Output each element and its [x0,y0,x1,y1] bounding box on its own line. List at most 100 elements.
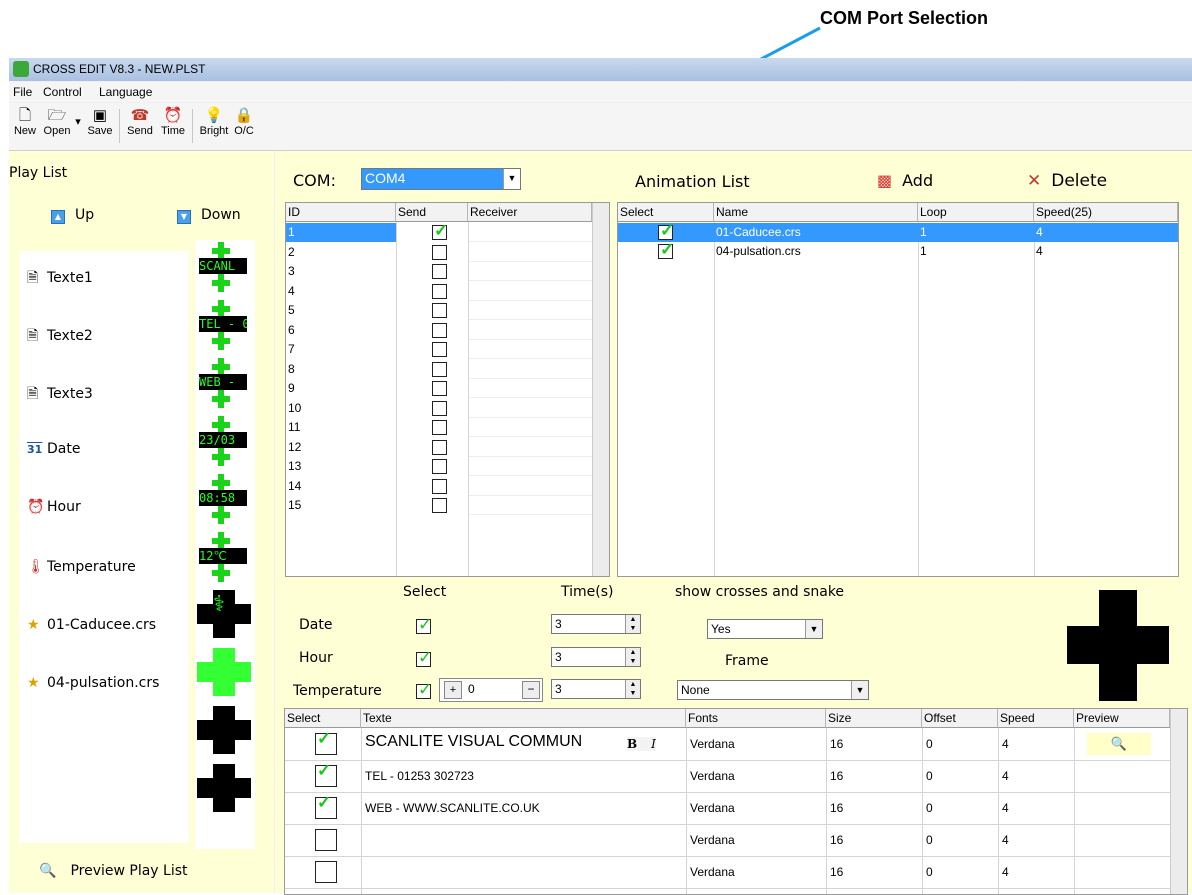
text-speed-cell[interactable]: 4 [1000,831,1009,850]
text-speed-cell[interactable]: 4 [1000,799,1009,818]
date-checkbox[interactable] [416,615,432,635]
receiver-cell[interactable] [468,223,592,242]
text-offset-cell[interactable]: 0 [924,799,933,818]
send-checkbox[interactable] [432,420,447,435]
text-select-checkbox[interactable] [315,793,337,819]
text-offset-cell[interactable]: 0 [924,735,933,754]
send-checkbox[interactable] [432,439,447,455]
text-size-cell[interactable]: 16 [828,831,843,850]
playlist-item[interactable]: ★ 01-Caducee.crs [27,617,156,633]
text-speed-cell[interactable]: 4 [1000,735,1009,754]
receiver-cell[interactable] [468,399,592,418]
receiver-row-id[interactable]: 14 [286,477,396,496]
text-cell[interactable] [363,831,683,850]
receiver-row-id[interactable]: 5 [286,301,396,320]
send-checkbox[interactable] [432,264,447,279]
playlist-item[interactable]: 🗎 Texte2 [27,325,93,349]
text-speed-cell[interactable]: 4 [1000,863,1009,882]
text-select-checkbox[interactable] [315,861,337,883]
receiver-cell[interactable] [468,301,592,320]
add-animation-button[interactable]: ▩ Add [877,171,933,190]
text-size-cell[interactable]: 16 [828,863,843,882]
hour-checkbox[interactable] [416,648,432,668]
receiver-row-id[interactable]: 6 [286,321,396,340]
playlist-item[interactable]: 🗎 Texte3 [27,383,93,407]
text-size-cell[interactable]: 16 [828,735,843,754]
open-button[interactable]: 🗁 Open [41,107,73,137]
receiver-cell[interactable] [468,477,592,496]
receiver-cell[interactable] [468,321,592,340]
plus-icon[interactable]: + [444,681,462,699]
frame-select[interactable]: None ▼ [677,680,869,700]
receiver-row-id[interactable]: 15 [286,496,396,515]
send-button[interactable]: ☎ Send [125,107,155,137]
menu-language[interactable]: Language [99,85,152,99]
bright-button[interactable]: 💡 Bright [197,107,231,137]
up-button[interactable]: ▲ Up [51,207,94,224]
time-button[interactable]: ⏰ Time [159,107,187,137]
chevron-down-icon[interactable]: ▼ [851,681,868,699]
receiver-row-id[interactable]: 1 [286,223,396,242]
send-checkbox[interactable] [432,400,447,416]
receiver-row-id[interactable]: 8 [286,360,396,379]
save-button[interactable]: ▣ Save [87,107,113,137]
receiver-cell[interactable] [468,243,592,262]
text-offset-cell[interactable]: 0 [924,831,933,850]
receiver-row-id[interactable]: 2 [286,243,396,262]
receiver-cell[interactable] [468,438,592,457]
preview-text-button[interactable]: 🔍 [1087,733,1151,755]
minus-icon[interactable]: − [522,681,540,699]
bold-button[interactable]: B [627,737,637,751]
receiver-cell[interactable] [468,282,592,301]
hour-time-stepper[interactable]: 3 ▲ ▼ [551,647,641,667]
menu-control[interactable]: Control [43,85,82,99]
send-checkbox[interactable] [432,283,447,299]
receiver-cell[interactable] [468,360,592,379]
send-checkbox[interactable] [432,381,447,396]
send-checkbox[interactable] [432,342,447,357]
text-select-checkbox[interactable] [315,761,337,787]
chevron-down-icon[interactable]: ▼ [805,620,822,638]
receiver-row-id[interactable]: 7 [286,340,396,359]
com-port-select[interactable]: COM4 ▼ [361,168,521,190]
text-cell[interactable]: WEB - WWW.SCANLITE.CO.UK [363,799,683,818]
text-speed-cell[interactable]: 4 [1000,767,1009,786]
text-offset-cell[interactable]: 0 [924,863,933,882]
temperature-offset-value[interactable]: 0 [468,682,475,696]
show-crosses-select[interactable]: Yes ▼ [707,619,823,639]
receiver-cell[interactable] [468,457,592,476]
receiver-cell[interactable] [468,418,592,437]
playlist-item[interactable]: 🗎 Texte1 [27,267,93,291]
text-grid-scrollbar[interactable] [1170,709,1187,894]
italic-button[interactable]: I [651,737,656,751]
receiver-cell[interactable] [468,379,592,398]
playlist-item[interactable]: 31 Date [27,441,80,457]
oc-button[interactable]: 🔒 O/C [231,107,257,137]
text-size-cell[interactable]: 16 [828,767,843,786]
receiver-row-id[interactable]: 3 [286,262,396,281]
receiver-row-id[interactable]: 9 [286,379,396,398]
animation-row[interactable] [618,223,1178,242]
send-checkbox[interactable] [432,303,447,318]
down-button[interactable]: ▼ Down [177,207,241,224]
send-checkbox[interactable] [432,498,447,513]
text-font-cell[interactable]: Verdana [688,799,735,818]
text-offset-cell[interactable]: 0 [924,767,933,786]
send-checkbox[interactable] [432,322,447,338]
receiver-cell[interactable] [468,340,592,359]
menu-file[interactable]: File [13,85,32,99]
receiver-row-id[interactable]: 12 [286,438,396,457]
text-cell[interactable]: TEL - 01253 302723 [363,767,683,786]
temperature-time-stepper[interactable]: 3 ▲ ▼ [551,679,641,699]
text-font-cell[interactable]: Verdana [688,863,735,882]
receiver-row-id[interactable]: 4 [286,282,396,301]
playlist-item[interactable]: ★ 04-pulsation.crs [27,675,159,691]
text-font-cell[interactable]: Verdana [688,831,735,850]
text-cell[interactable] [363,863,683,882]
new-button[interactable]: 🗋 New [13,107,37,137]
text-select-checkbox[interactable] [315,829,337,851]
send-checkbox[interactable] [432,244,447,260]
chevron-down-icon[interactable]: ▼ [503,169,520,189]
playlist-item[interactable]: ⏰ Hour [27,499,81,515]
delete-animation-button[interactable]: ✕ Delete [1027,171,1107,191]
